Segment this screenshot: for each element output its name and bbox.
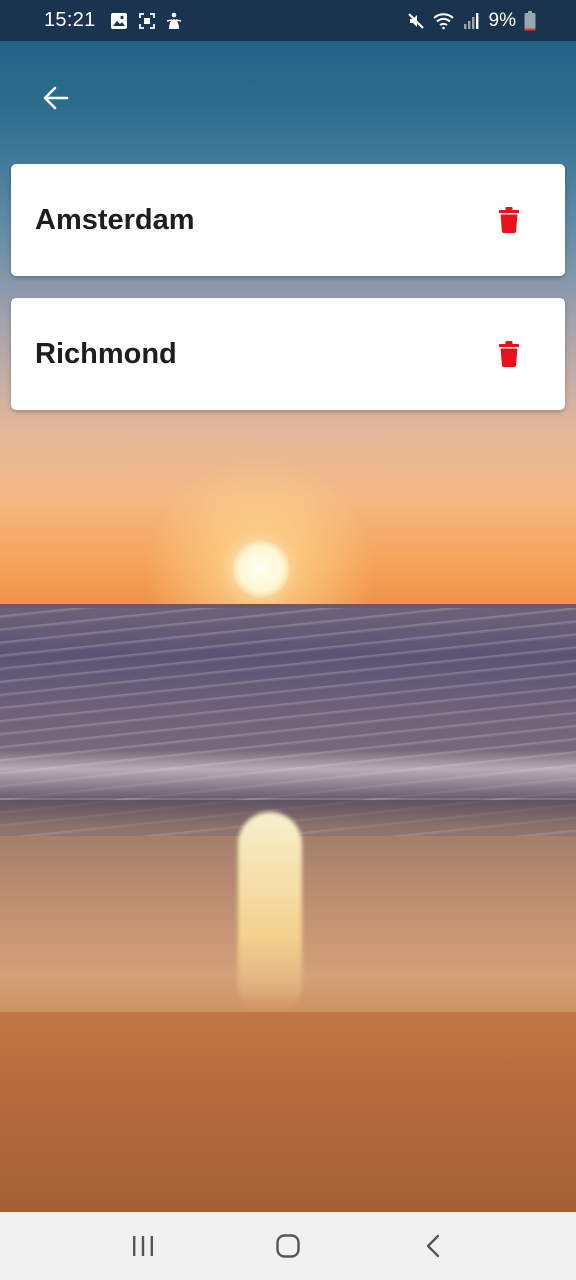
home-icon [276,1234,300,1258]
background-wave-foam [0,750,576,798]
status-time: 15:21 [44,9,96,31]
mute-icon [407,12,425,30]
city-list: Amsterdam Richmond [11,164,565,432]
back-icon [427,1234,440,1258]
system-back-button[interactable] [403,1216,463,1276]
home-button[interactable] [258,1216,318,1276]
status-notification-icons [110,12,182,30]
image-icon [110,12,128,30]
background-horizon [0,604,576,608]
background-sand [0,1012,576,1212]
background-sun-reflection [238,812,302,1017]
city-card-amsterdam[interactable]: Amsterdam [11,164,565,276]
battery-percent: 9% [488,9,516,31]
status-bar: 15:21 9% [0,0,576,41]
status-system-icons: 9% [407,10,536,32]
accessibility-icon [166,12,182,30]
signal-icon [463,12,479,30]
city-card-richmond[interactable]: Richmond [11,298,565,410]
background-sun [232,540,290,598]
delete-city-button[interactable] [489,200,529,240]
app-screen: 15:21 9% Amsterdam Richmond [0,0,576,1280]
arrow-left-icon [43,86,69,110]
screenshot-icon [138,12,156,30]
trash-icon [499,207,519,233]
recent-apps-icon [132,1236,153,1256]
system-nav-bar [0,1212,576,1280]
recent-apps-button[interactable] [113,1216,173,1276]
battery-icon [524,10,536,31]
delete-city-button[interactable] [489,334,529,374]
city-name: Amsterdam [35,203,195,236]
city-name: Richmond [35,337,177,370]
wifi-icon [432,12,455,30]
back-button[interactable] [36,78,76,118]
trash-icon [499,341,519,367]
